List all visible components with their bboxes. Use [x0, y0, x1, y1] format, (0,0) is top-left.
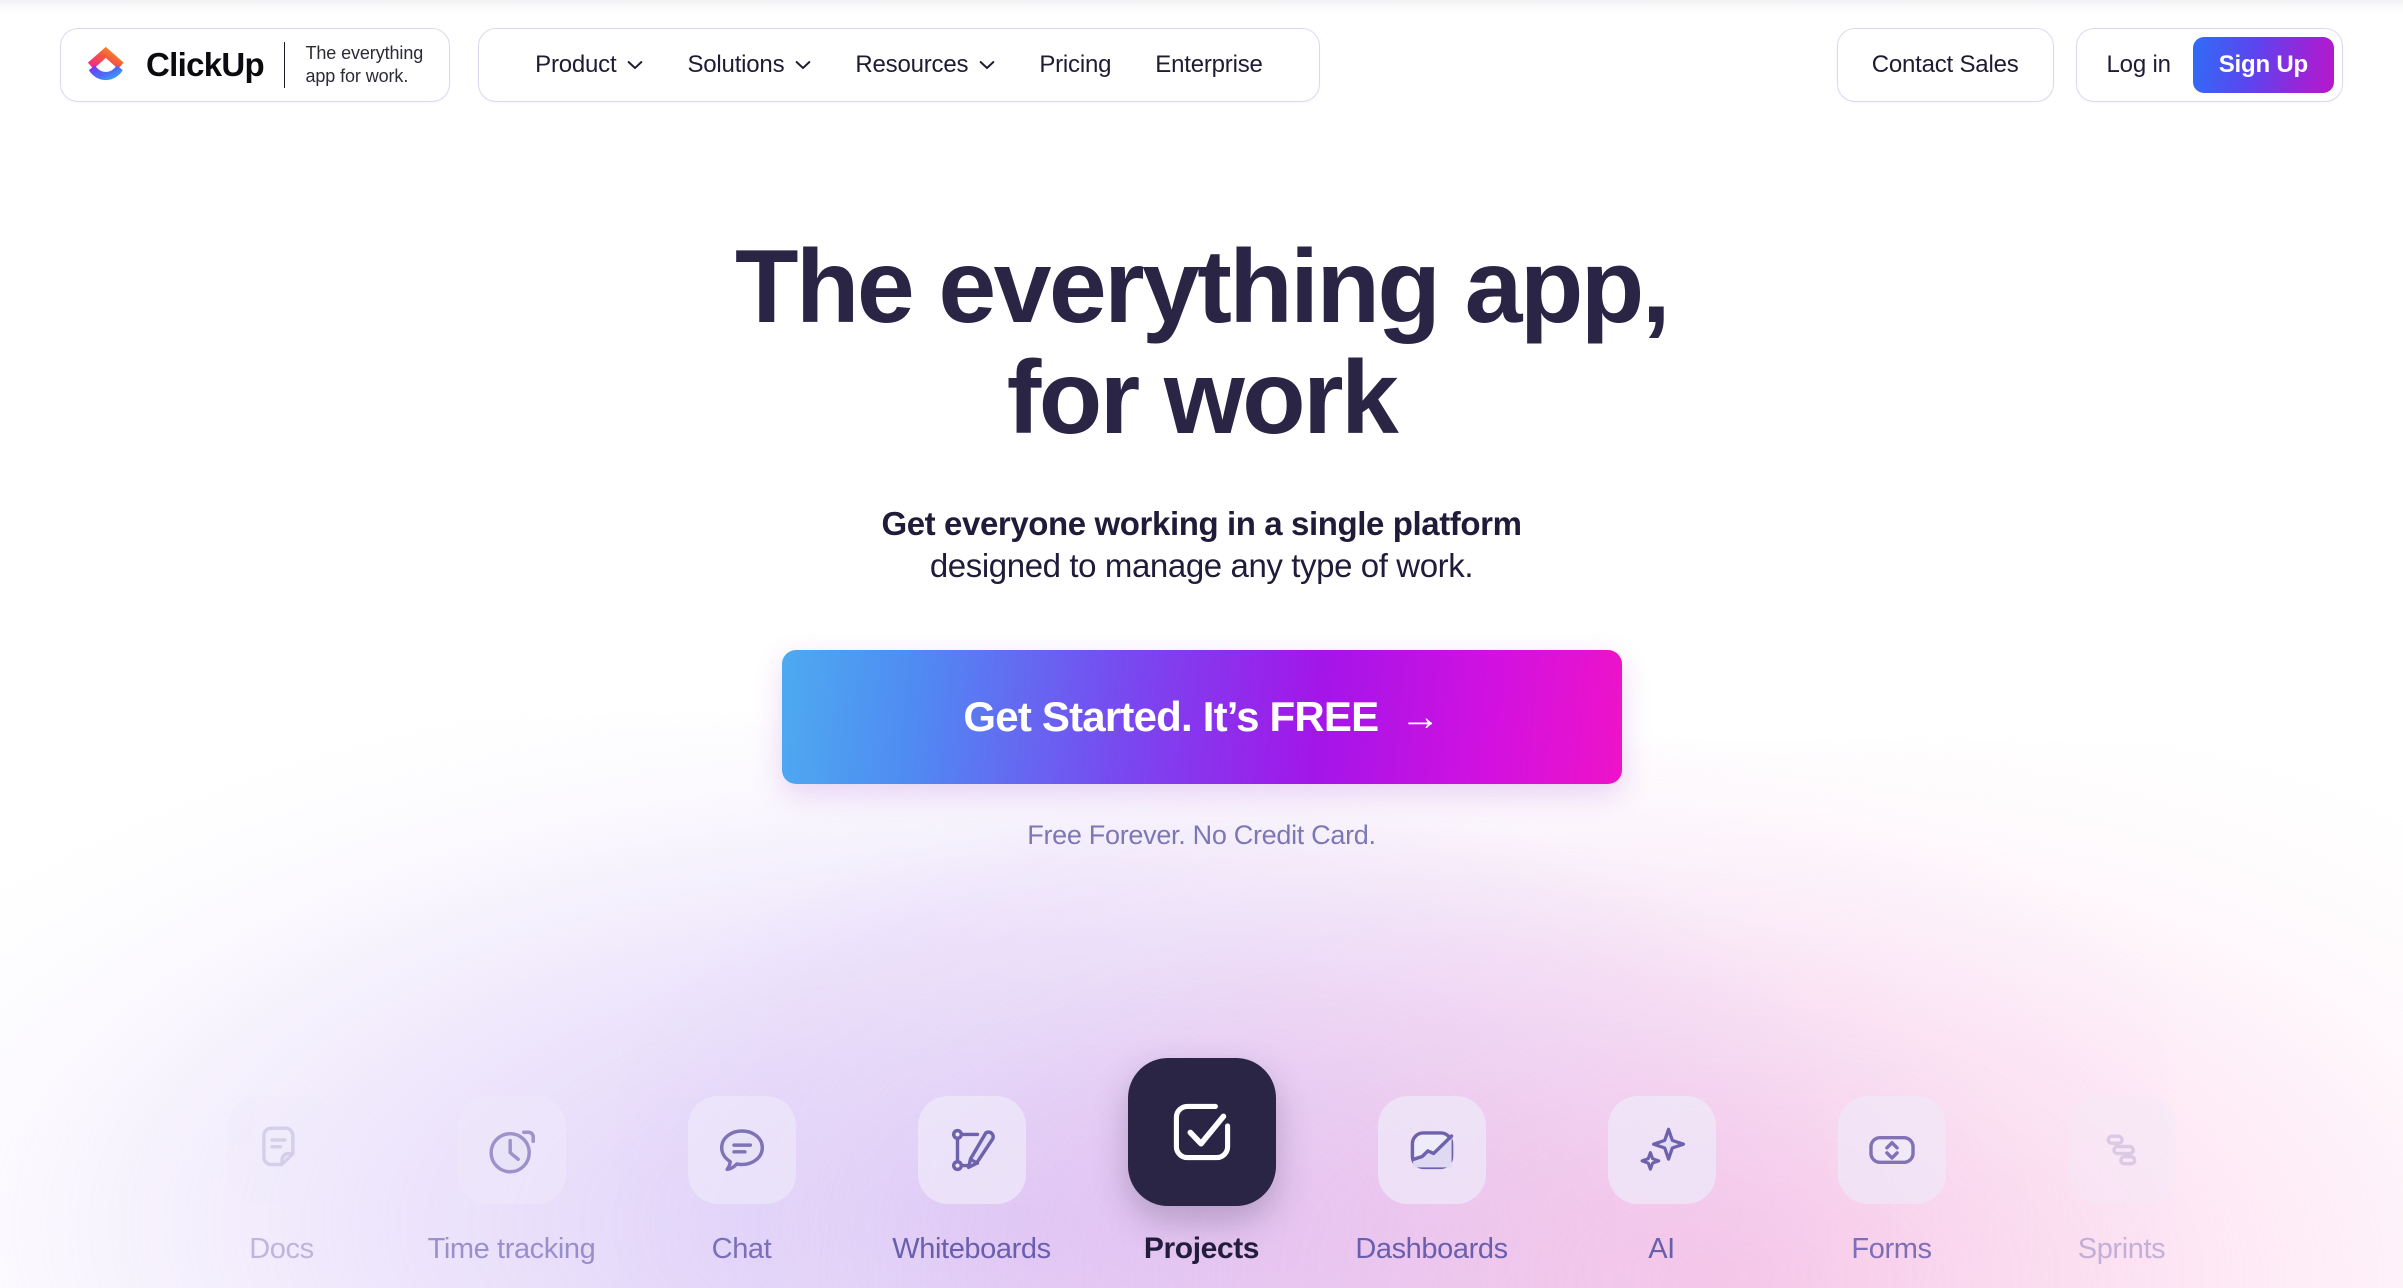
chevron-down-icon	[628, 61, 643, 69]
product-switcher-row: Docs Time tracking Chat Whiteboards Proj…	[0, 1016, 2403, 1266]
gantt-bars-icon	[2106, 1134, 2136, 1166]
primary-navigation: Product Solutions Resources Pricing Ente…	[478, 28, 1320, 102]
clock-icon	[488, 1130, 535, 1174]
hero-subheadline: Get everyone working in a single platfor…	[881, 503, 1521, 589]
nav-label-resources: Resources	[855, 51, 969, 78]
sprints-tile	[2067, 1096, 2176, 1204]
product-item-docs[interactable]: Docs	[167, 1096, 397, 1266]
checkbox-check-icon	[1173, 1103, 1230, 1161]
subheadline-line-2: designed to manage any type of work.	[929, 547, 1474, 585]
whiteboards-tile	[917, 1096, 1026, 1204]
product-label-sprints: Sprints	[2077, 1233, 2166, 1265]
document-icon	[261, 1126, 295, 1167]
logo-pill[interactable]: ClickUp The everything app for work.	[60, 28, 451, 102]
nav-label-pricing: Pricing	[1039, 51, 1112, 78]
product-label-forms: Forms	[1851, 1233, 1932, 1265]
product-label-ai: AI	[1648, 1233, 1675, 1265]
product-label-time-tracking: Time tracking	[427, 1233, 596, 1265]
cta-subtext: Free Forever. No Credit Card.	[1027, 820, 1376, 851]
product-item-projects[interactable]: Projects	[1087, 1058, 1317, 1266]
nav-item-solutions[interactable]: Solutions	[665, 51, 833, 79]
site-header: ClickUp The everything app for work. Pro…	[0, 0, 2403, 130]
nav-item-pricing[interactable]: Pricing	[1017, 51, 1133, 79]
product-item-ai[interactable]: AI	[1547, 1096, 1777, 1266]
nav-label-product: Product	[535, 51, 617, 78]
product-item-forms[interactable]: Forms	[1777, 1096, 2007, 1266]
product-label-chat: Chat	[711, 1233, 772, 1265]
projects-tile	[1127, 1058, 1276, 1206]
chevron-down-icon	[979, 61, 995, 69]
product-item-sprints[interactable]: Sprints	[2007, 1096, 2237, 1266]
pencil-frame-icon	[951, 1128, 995, 1172]
signup-button[interactable]: Sign Up	[2192, 37, 2334, 93]
product-item-dashboards[interactable]: Dashboards	[1317, 1096, 1547, 1266]
docs-tile	[227, 1096, 336, 1204]
product-label-projects: Projects	[1143, 1232, 1260, 1265]
login-link[interactable]: Log in	[2107, 51, 2171, 79]
arrow-right-icon: →	[1400, 695, 1440, 740]
product-label-dashboards: Dashboards	[1355, 1233, 1508, 1265]
page-title: The everything app, for work	[734, 229, 1671, 457]
dashboards-tile	[1377, 1096, 1486, 1204]
chat-tile	[687, 1096, 796, 1204]
auth-pill: Log in Sign Up	[2075, 28, 2343, 102]
nav-item-product[interactable]: Product	[513, 51, 665, 79]
forms-tile	[1837, 1096, 1946, 1204]
get-started-cta-button[interactable]: Get Started. It’s FREE →	[781, 650, 1622, 785]
chevron-down-icon	[796, 61, 811, 69]
chat-bubble-icon	[719, 1129, 764, 1172]
sparkle-icon	[1640, 1127, 1685, 1171]
brand-name: ClickUp	[146, 46, 265, 83]
logo-divider	[283, 42, 286, 88]
brand-tagline: The everything app for work.	[305, 42, 424, 86]
product-label-whiteboards: Whiteboards	[892, 1233, 1051, 1265]
clickup-logo-mark	[87, 46, 124, 81]
ai-tile	[1607, 1096, 1716, 1204]
nav-item-resources[interactable]: Resources	[833, 51, 1017, 79]
product-item-chat[interactable]: Chat	[627, 1096, 857, 1266]
contact-sales-button[interactable]: Contact Sales	[1836, 28, 2054, 102]
product-item-whiteboards[interactable]: Whiteboards	[857, 1096, 1087, 1266]
product-label-docs: Docs	[249, 1233, 314, 1265]
nav-item-enterprise[interactable]: Enterprise	[1133, 51, 1284, 79]
hero-section: The everything app, for work Get everyon…	[0, 0, 2403, 1000]
brand-logo[interactable]: ClickUp	[85, 44, 265, 86]
product-item-time-tracking[interactable]: Time tracking	[397, 1096, 627, 1266]
subheadline-line-1: Get everyone working in a single platfor…	[881, 504, 1522, 542]
time-tracking-tile	[457, 1096, 566, 1204]
nav-label-enterprise: Enterprise	[1155, 51, 1263, 78]
cta-label: Get Started. It’s FREE	[963, 693, 1379, 741]
form-stepper-icon	[1868, 1135, 1915, 1165]
area-chart-icon	[1410, 1131, 1453, 1170]
nav-label-solutions: Solutions	[687, 51, 785, 78]
